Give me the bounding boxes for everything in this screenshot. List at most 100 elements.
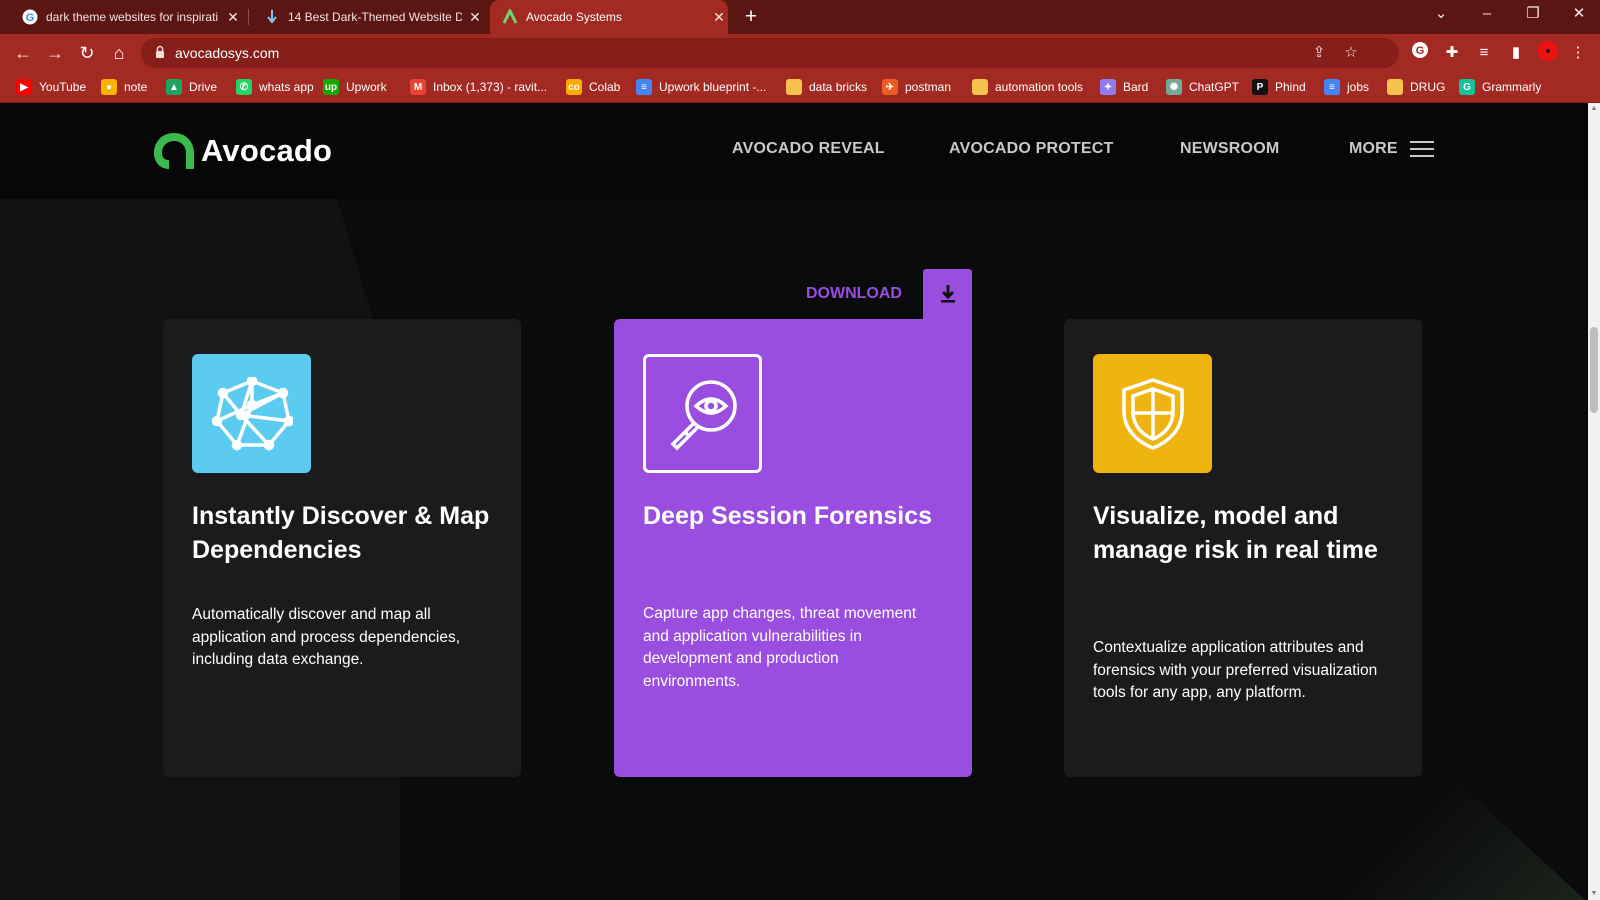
bookmark-drive[interactable]: ▲ Drive bbox=[166, 71, 217, 103]
bookmark-upwork[interactable]: up Upwork bbox=[323, 71, 387, 103]
postman-icon: ✈ bbox=[882, 79, 898, 95]
star-icon[interactable]: ☆ bbox=[1341, 43, 1361, 63]
tab-search-icon[interactable]: ⌄ bbox=[1418, 0, 1464, 30]
tab-title: dark theme websites for inspirati bbox=[46, 10, 219, 24]
scrollbar-thumb[interactable] bbox=[1590, 327, 1598, 413]
card-title: Deep Session Forensics bbox=[643, 502, 933, 530]
bookmark-label: Bard bbox=[1123, 80, 1149, 94]
nav-avocado-protect[interactable]: AVOCADO PROTECT bbox=[949, 140, 1113, 158]
reload-icon[interactable]: ↻ bbox=[74, 40, 100, 66]
bookmark-label: Colab bbox=[589, 80, 621, 94]
folder-icon bbox=[786, 79, 802, 95]
bookmark-phind[interactable]: P Phind bbox=[1252, 71, 1306, 103]
bookmarks-bar: ▶ YouTube ● note ▲ Drive ✆ whats app up Upwork M In… bbox=[0, 71, 1600, 103]
lock-icon bbox=[155, 45, 165, 59]
bookmark-grammarly[interactable]: G Grammarly bbox=[1459, 71, 1541, 103]
page-viewport: Avocado AVOCADO REVEAL AVOCADO PROTECT N… bbox=[0, 103, 1588, 900]
card-title: Visualize, model and manage risk in real… bbox=[1093, 502, 1378, 564]
bookmark-label: Inbox (1,373) - ravit... bbox=[433, 80, 548, 94]
grammarly-icon: G bbox=[1459, 79, 1475, 95]
restore-button[interactable]: ❐ bbox=[1510, 0, 1556, 30]
home-icon[interactable]: ⌂ bbox=[106, 40, 132, 66]
bookmark-label: jobs bbox=[1347, 80, 1370, 94]
back-icon[interactable]: ← bbox=[10, 40, 36, 66]
bookmark-bard[interactable]: ✦ Bard bbox=[1100, 71, 1148, 103]
nav-avocado-reveal[interactable]: AVOCADO REVEAL bbox=[732, 140, 885, 158]
close-window-button[interactable]: ✕ bbox=[1556, 0, 1600, 30]
browser-toolbar: ← → ↻ ⌂ avocadosys.com ⇪ ☆ G ✚ ≡ ▮ ⋮ bbox=[0, 34, 1600, 71]
bookmark-automation-tools[interactable]: automation tools bbox=[972, 71, 1083, 103]
forward-icon[interactable]: → bbox=[42, 40, 68, 66]
card-description: Contextualize application attributes and… bbox=[1093, 639, 1378, 701]
bookmark-label: ChatGPT bbox=[1189, 80, 1240, 94]
kebab-menu-icon[interactable]: ⋮ bbox=[1566, 41, 1590, 65]
bookmark-upwork-blueprint[interactable]: ≡ Upwork blueprint -... bbox=[636, 71, 766, 103]
google-icon: G bbox=[22, 9, 38, 25]
bookmark-drug[interactable]: DRUG bbox=[1387, 71, 1445, 103]
svg-text:G: G bbox=[1416, 45, 1425, 57]
close-tab-icon[interactable]: ✕ bbox=[710, 9, 728, 26]
bookmark-chatgpt[interactable]: ✺ ChatGPT bbox=[1166, 71, 1239, 103]
bookmark-label: Upwork blueprint -... bbox=[659, 80, 767, 94]
card-description: Automatically discover and map all appli… bbox=[192, 606, 460, 668]
bookmark-whats-app[interactable]: ✆ whats app bbox=[236, 71, 314, 103]
brand-name: Avocado bbox=[201, 133, 333, 168]
bookmark-label: whats app bbox=[259, 80, 314, 94]
tab-strip: G dark theme websites for inspirati ✕ 14… bbox=[0, 0, 1600, 34]
bookmark-label: YouTube bbox=[39, 80, 87, 94]
side-panel-icon[interactable]: ▮ bbox=[1504, 41, 1528, 65]
media-queue-icon[interactable]: ≡ bbox=[1472, 41, 1496, 65]
youtube-icon: ▶ bbox=[16, 79, 32, 95]
hamburger-menu-icon[interactable] bbox=[1410, 141, 1434, 157]
folder-icon bbox=[1387, 79, 1403, 95]
bookmark-note[interactable]: ● note bbox=[101, 71, 147, 103]
whatsapp-icon: ✆ bbox=[236, 79, 252, 95]
docs-icon: ≡ bbox=[636, 79, 652, 95]
new-tab-button[interactable]: + bbox=[738, 4, 764, 30]
address-bar[interactable]: avocadosys.com ⇪ ☆ bbox=[141, 38, 1399, 68]
page-scrollbar[interactable]: ▲ ▼ bbox=[1588, 103, 1600, 900]
tab-divider bbox=[248, 9, 249, 25]
card-description: Capture app changes, threat movement and… bbox=[643, 605, 917, 690]
bookmark-label: automation tools bbox=[995, 80, 1084, 94]
bookmark-youtube[interactable]: ▶ YouTube bbox=[16, 71, 86, 103]
docs-icon: ≡ bbox=[1324, 79, 1340, 95]
download-button[interactable] bbox=[923, 269, 972, 319]
download-link[interactable]: DOWNLOAD bbox=[806, 285, 902, 303]
feature-card-forensics[interactable]: Deep Session Forensics Capture app chang… bbox=[614, 319, 972, 777]
tab-title: 14 Best Dark-Themed Website D bbox=[288, 10, 462, 24]
nav-newsroom[interactable]: NEWSROOM bbox=[1180, 140, 1279, 158]
share-icon[interactable]: ⇪ bbox=[1309, 43, 1329, 63]
bookmark-label: Drive bbox=[189, 80, 218, 94]
scroll-up-arrow-icon[interactable]: ▲ bbox=[1588, 103, 1600, 115]
bookmark-jobs[interactable]: ≡ jobs bbox=[1324, 71, 1369, 103]
bookmark-data-bricks[interactable]: data bricks bbox=[786, 71, 867, 103]
profile-avatar[interactable] bbox=[1536, 41, 1560, 65]
minimize-button[interactable]: – bbox=[1464, 0, 1510, 30]
tab-dark-theme-search[interactable]: G dark theme websites for inspirati ✕ bbox=[10, 0, 242, 34]
close-tab-icon[interactable]: ✕ bbox=[224, 9, 242, 26]
close-tab-icon[interactable]: ✕ bbox=[466, 9, 484, 26]
drive-icon: ▲ bbox=[166, 79, 182, 95]
tab-avocado-systems[interactable]: Avocado Systems ✕ bbox=[490, 0, 728, 34]
bookmark-postman[interactable]: ✈ postman bbox=[882, 71, 951, 103]
folder-icon bbox=[972, 79, 988, 95]
bookmark-label: data bricks bbox=[809, 80, 868, 94]
grammarly-extension-icon[interactable]: G bbox=[1408, 41, 1432, 65]
avocado-logo[interactable]: Avocado bbox=[151, 130, 332, 172]
magnifier-eye-icon bbox=[643, 354, 762, 473]
avocado-logo-icon bbox=[154, 133, 194, 169]
keep-icon: ● bbox=[101, 79, 117, 95]
download-icon bbox=[940, 285, 955, 303]
colab-icon: co bbox=[566, 79, 582, 95]
bookmark-inbox-1-373-ravit[interactable]: M Inbox (1,373) - ravit... bbox=[410, 71, 547, 103]
scroll-down-arrow-icon[interactable]: ▼ bbox=[1588, 888, 1600, 900]
nav-more[interactable]: MORE bbox=[1349, 140, 1398, 158]
feature-card-risk[interactable]: Visualize, model and manage risk in real… bbox=[1064, 319, 1422, 777]
tab-dark-themed-websites[interactable]: 14 Best Dark-Themed Website D ✕ bbox=[252, 0, 484, 34]
extensions-puzzle-icon[interactable]: ✚ bbox=[1440, 41, 1464, 65]
feature-card-discover[interactable]: Instantly Discover & Map Dependencies Au… bbox=[163, 319, 521, 777]
svg-text:G: G bbox=[26, 12, 35, 24]
gmail-icon: M bbox=[410, 79, 426, 95]
bookmark-colab[interactable]: co Colab bbox=[566, 71, 620, 103]
